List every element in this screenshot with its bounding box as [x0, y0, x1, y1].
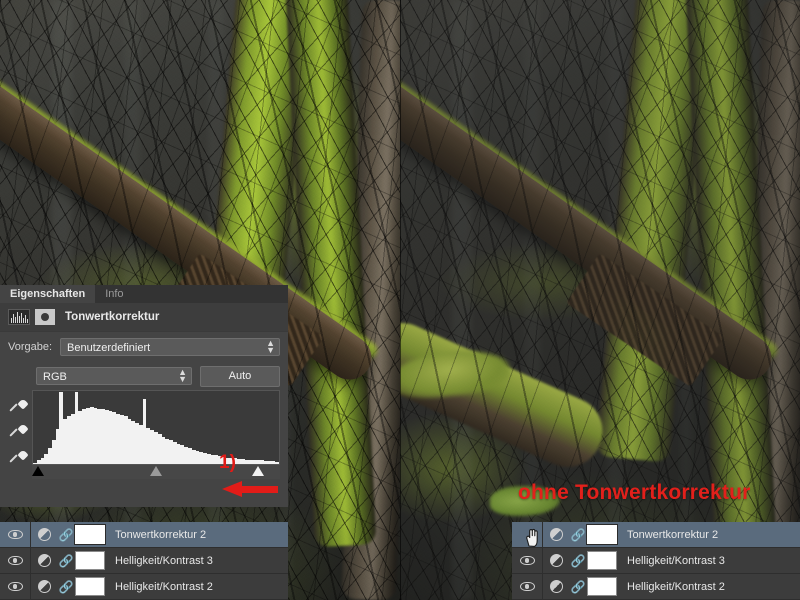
layer-name: Helligkeit/Kontrast 2 [627, 580, 725, 593]
preset-row: Vorgabe: Benutzerdefiniert ▲ ▼ [0, 331, 288, 362]
pane-divider [400, 0, 401, 600]
eye-icon [519, 582, 535, 591]
gray-point-eyedropper-icon[interactable] [8, 423, 29, 444]
layer-visibility-toggle[interactable] [512, 522, 543, 547]
red-left-arrow-icon [222, 481, 278, 497]
input-levels-slider[interactable] [32, 465, 280, 479]
tab-info[interactable]: Info [95, 285, 133, 303]
chevron-updown-icon: ▲ ▼ [266, 338, 275, 355]
white-point-slider[interactable] [252, 466, 265, 476]
layer-mask-icon [35, 309, 55, 325]
forest-photo-right [400, 0, 800, 600]
channel-select[interactable]: RGB ▲ ▼ [36, 367, 192, 385]
layers-panel-left: 🔗 Tonwertkorrektur 2 🔗 Helligkeit/Kontra… [0, 522, 288, 600]
layer-name: Helligkeit/Kontrast 2 [115, 580, 213, 593]
table-row[interactable]: 🔗 Tonwertkorrektur 2 [0, 522, 288, 548]
adjustment-layer-icon [543, 528, 569, 541]
panel-header: Tonwertkorrektur [0, 303, 288, 331]
eye-icon [519, 556, 535, 565]
white-point-eyedropper-icon[interactable] [8, 449, 29, 470]
adjustment-layer-icon [31, 554, 57, 567]
adjustment-layer-icon [543, 554, 569, 567]
layer-mask-thumbnail[interactable] [587, 551, 617, 570]
histogram-chart [32, 390, 280, 465]
layer-mask-thumbnail[interactable] [587, 577, 617, 596]
photo-pane-uncorrected [400, 0, 800, 600]
table-row[interactable]: 🔗 Helligkeit/Kontrast 3 [0, 548, 288, 574]
channel-value: RGB [43, 371, 67, 383]
layer-mask-thumbnail[interactable] [75, 577, 105, 596]
preset-select[interactable]: Benutzerdefiniert ▲ ▼ [60, 338, 280, 356]
layer-name: Helligkeit/Kontrast 3 [115, 554, 213, 567]
page-title: Tonwertkorrektur [65, 311, 160, 323]
link-mask-icon[interactable]: 🔗 [57, 581, 75, 593]
black-point-slider[interactable] [32, 466, 44, 476]
eye-icon [7, 530, 23, 539]
step-marker-1: 1) [219, 452, 236, 473]
layer-name: Helligkeit/Kontrast 3 [627, 554, 725, 567]
adjustment-layer-icon [31, 528, 57, 541]
link-mask-icon[interactable]: 🔗 [57, 529, 75, 541]
panel-tabbar: Eigenschaften Info [0, 285, 288, 303]
black-point-eyedropper-icon[interactable] [8, 398, 29, 419]
table-row[interactable]: 🔗 Helligkeit/Kontrast 3 [512, 548, 800, 574]
hand-cursor-icon [524, 528, 540, 548]
link-mask-icon[interactable]: 🔗 [569, 529, 587, 541]
table-row[interactable]: 🔗 Helligkeit/Kontrast 2 [512, 574, 800, 600]
preset-value: Benutzerdefiniert [67, 342, 151, 354]
photo-vignette [400, 0, 800, 600]
link-mask-icon[interactable]: 🔗 [569, 581, 587, 593]
histogram-zone [0, 390, 288, 479]
layer-visibility-toggle[interactable] [0, 522, 31, 547]
table-row[interactable]: 🔗 Tonwertkorrektur 2 [512, 522, 800, 548]
layer-visibility-toggle[interactable] [512, 548, 543, 573]
layer-visibility-toggle[interactable] [0, 548, 31, 573]
levels-icon [8, 309, 30, 325]
layer-visibility-toggle[interactable] [0, 574, 31, 599]
tab-eigenschaften[interactable]: Eigenschaften [0, 285, 96, 303]
auto-button[interactable]: Auto [200, 365, 280, 387]
histogram-bar [275, 462, 279, 464]
histogram-wrap [32, 390, 280, 479]
eye-icon [7, 556, 23, 565]
layer-visibility-toggle[interactable] [512, 574, 543, 599]
layer-name: Tonwertkorrektur 2 [627, 528, 719, 541]
layers-panel-right: 🔗 Tonwertkorrektur 2 🔗 Helligkeit/Kontra… [512, 522, 800, 600]
layer-mask-thumbnail[interactable] [586, 524, 618, 545]
eye-icon [7, 582, 23, 591]
link-mask-icon[interactable]: 🔗 [57, 555, 75, 567]
layer-mask-thumbnail[interactable] [75, 551, 105, 570]
adjustment-layer-icon [543, 580, 569, 593]
eyedropper-toolbar [4, 390, 32, 479]
layer-mask-thumbnail[interactable] [74, 524, 106, 545]
screenshot-root: Eigenschaften Info Tonwertkorrektur Vorg… [0, 0, 800, 600]
layer-name: Tonwertkorrektur 2 [115, 528, 207, 541]
chevron-updown-icon: ▲ ▼ [178, 367, 187, 384]
adjustment-layer-icon [31, 580, 57, 593]
annotation-ohne-tonwertkorrektur: ohne Tonwertkorrektur [518, 481, 751, 504]
properties-panel: Eigenschaften Info Tonwertkorrektur Vorg… [0, 285, 288, 507]
table-row[interactable]: 🔗 Helligkeit/Kontrast 2 [0, 574, 288, 600]
preset-label: Vorgabe: [8, 341, 53, 353]
gamma-slider[interactable] [150, 466, 163, 476]
link-mask-icon[interactable]: 🔗 [569, 555, 587, 567]
channel-row: RGB ▲ ▼ Auto [0, 362, 288, 390]
